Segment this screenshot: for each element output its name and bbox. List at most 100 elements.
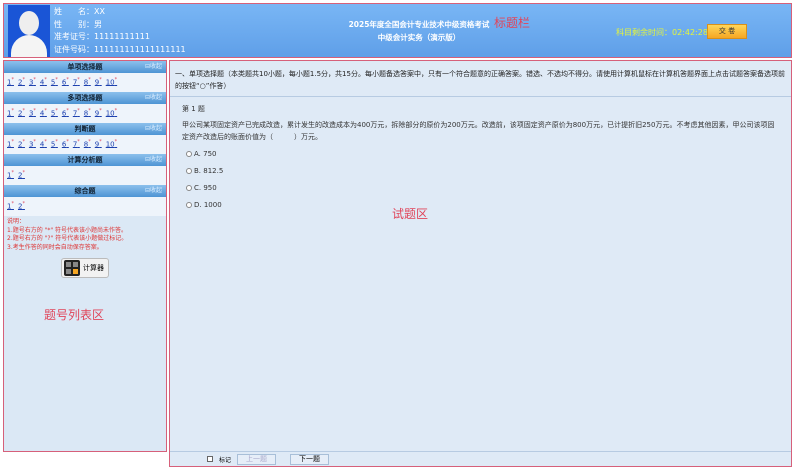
question-link[interactable]: 4* xyxy=(40,77,47,88)
gender-label: 性 别： xyxy=(54,19,94,29)
question-link[interactable]: 9* xyxy=(95,139,102,150)
question-link[interactable]: 5* xyxy=(51,139,58,150)
question-link[interactable]: 5* xyxy=(51,108,58,119)
question-number: 第 1 题 xyxy=(182,105,205,113)
radio-button[interactable] xyxy=(186,168,192,174)
section-title: 判断题 xyxy=(74,125,96,133)
question-link[interactable]: 3* xyxy=(29,139,36,150)
question-link[interactable]: 5* xyxy=(51,77,58,88)
radio-button[interactable] xyxy=(186,185,192,191)
id-label: 证件号码： xyxy=(54,44,94,54)
question-link[interactable]: 4* xyxy=(40,108,47,119)
section-instructions: 一、单项选择题（本类题共10小题，每小题1.5分，共15分。每小题备选答案中，只… xyxy=(170,61,791,97)
question-link[interactable]: 10* xyxy=(106,77,117,88)
unanswered-mark: * xyxy=(55,139,58,145)
section-header: 多项选择题 ⊟收起 xyxy=(4,92,166,104)
question-region-tag: 试题区 xyxy=(392,207,429,221)
unanswered-mark: * xyxy=(11,108,14,114)
question-link[interactable]: 2* xyxy=(18,108,25,119)
option-label: A. 750 xyxy=(194,150,217,158)
question-link[interactable]: 7* xyxy=(73,77,80,88)
section-title: 多项选择题 xyxy=(67,94,103,102)
question-link[interactable]: 4* xyxy=(40,139,47,150)
collapse-toggle[interactable]: ⊟收起 xyxy=(145,92,162,104)
section-header: 综合题 ⊟收起 xyxy=(4,185,166,197)
next-button[interactable]: 下一题 xyxy=(290,453,330,465)
unanswered-mark: * xyxy=(11,139,14,145)
unanswered-mark: * xyxy=(44,139,47,145)
candidate-info: 姓 名：XX 性 别：男 准考证号：11111111111 证件号码：11111… xyxy=(54,6,186,56)
unanswered-mark: * xyxy=(22,108,25,114)
question-link[interactable]: 1* xyxy=(7,77,14,88)
unanswered-mark: * xyxy=(99,77,102,83)
prev-button[interactable]: 上一题 xyxy=(237,453,277,465)
unanswered-mark: * xyxy=(33,108,36,114)
question-text: 甲公司某项固定资产已完成改造，累计发生的改造成本为400万元，拆除部分的原价为2… xyxy=(182,121,775,141)
collapse-toggle[interactable]: ⊟收起 xyxy=(145,61,162,73)
question-link[interactable]: 2* xyxy=(18,201,25,212)
question-number-list: 1* 2* xyxy=(4,166,166,185)
section-title: 单项选择题 xyxy=(67,63,103,71)
unanswered-mark: * xyxy=(66,77,69,83)
notes: 说明： 1.题号右方的 "*" 符号代表该小题尚未作答。 2.题号右方的 "?" 符… xyxy=(4,216,166,254)
answer-option[interactable]: D. 1000 xyxy=(186,199,775,211)
question-number-list: 1* 2* 3* 4* 5* 6* 7* 8* 9* 10* xyxy=(4,104,166,123)
unanswered-mark: * xyxy=(88,77,91,83)
radio-button[interactable] xyxy=(186,202,192,208)
question-link[interactable]: 2* xyxy=(18,77,25,88)
question-link[interactable]: 8* xyxy=(84,77,91,88)
option-label: B. 812.5 xyxy=(194,167,224,175)
question-number-list: 1* 2* 3* 4* 5* 6* 7* 8* 9* 10* xyxy=(4,135,166,154)
question-link[interactable]: 1* xyxy=(7,170,14,181)
collapse-toggle[interactable]: ⊟收起 xyxy=(145,185,162,197)
unanswered-mark: * xyxy=(77,108,80,114)
collapse-label: 收起 xyxy=(149,156,162,163)
question-link[interactable]: 9* xyxy=(95,108,102,119)
question-link[interactable]: 2* xyxy=(18,139,25,150)
radio-button[interactable] xyxy=(186,151,192,157)
question-number-list: 1* 2* xyxy=(4,197,166,216)
mark-checkbox[interactable] xyxy=(207,456,213,462)
question-link[interactable]: 10* xyxy=(106,108,117,119)
question-link[interactable]: 6* xyxy=(62,108,69,119)
unanswered-mark: * xyxy=(99,139,102,145)
calculator-button[interactable]: 计算器 xyxy=(61,258,109,278)
question-link[interactable]: 1* xyxy=(7,108,14,119)
unanswered-mark: * xyxy=(66,139,69,145)
unanswered-mark: * xyxy=(66,108,69,114)
question-link[interactable]: 3* xyxy=(29,77,36,88)
calculator-label: 计算器 xyxy=(83,264,104,272)
question-link[interactable]: 7* xyxy=(73,108,80,119)
unanswered-mark: * xyxy=(77,77,80,83)
question-link[interactable]: 6* xyxy=(62,139,69,150)
question-link[interactable]: 2* xyxy=(18,170,25,181)
submit-button[interactable]: 交 卷 xyxy=(707,24,747,39)
question-link[interactable]: 9* xyxy=(95,77,102,88)
question-link-number: 10 xyxy=(105,109,115,118)
collapse-label: 收起 xyxy=(149,63,162,70)
option-label: D. 1000 xyxy=(194,201,222,209)
question-number-list: 1* 2* 3* 4* 5* 6* 7* 8* 9* 10* xyxy=(4,73,166,92)
question-link[interactable]: 3* xyxy=(29,108,36,119)
question-list-panel: 单项选择题 ⊟收起 1* 2* 3* 4* 5* 6* 7* 8* 9* 10* 多项选择题 ⊟收起 1* 2… xyxy=(3,60,167,452)
question-link[interactable]: 1* xyxy=(7,139,14,150)
answer-option[interactable]: A. 750 xyxy=(186,148,775,160)
answer-option[interactable]: C. 950 xyxy=(186,182,775,194)
list-region-tag: 题号列表区 xyxy=(44,308,105,322)
question-link[interactable]: 1* xyxy=(7,201,14,212)
question-link[interactable]: 8* xyxy=(84,108,91,119)
answer-option[interactable]: B. 812.5 xyxy=(186,165,775,177)
question-link[interactable]: 8* xyxy=(84,139,91,150)
unanswered-mark: * xyxy=(55,77,58,83)
collapse-toggle[interactable]: ⊟收起 xyxy=(145,154,162,166)
question-link[interactable]: 7* xyxy=(73,139,80,150)
unanswered-mark: * xyxy=(22,139,25,145)
calculator-icon xyxy=(64,260,80,276)
unanswered-mark: * xyxy=(22,201,25,207)
question-footer: 标记 上一题 下一题 xyxy=(170,451,791,466)
question-link[interactable]: 6* xyxy=(62,77,69,88)
question-link[interactable]: 10* xyxy=(106,139,117,150)
unanswered-mark: * xyxy=(88,108,91,114)
collapse-toggle[interactable]: ⊟收起 xyxy=(145,123,162,135)
unanswered-mark: * xyxy=(33,139,36,145)
